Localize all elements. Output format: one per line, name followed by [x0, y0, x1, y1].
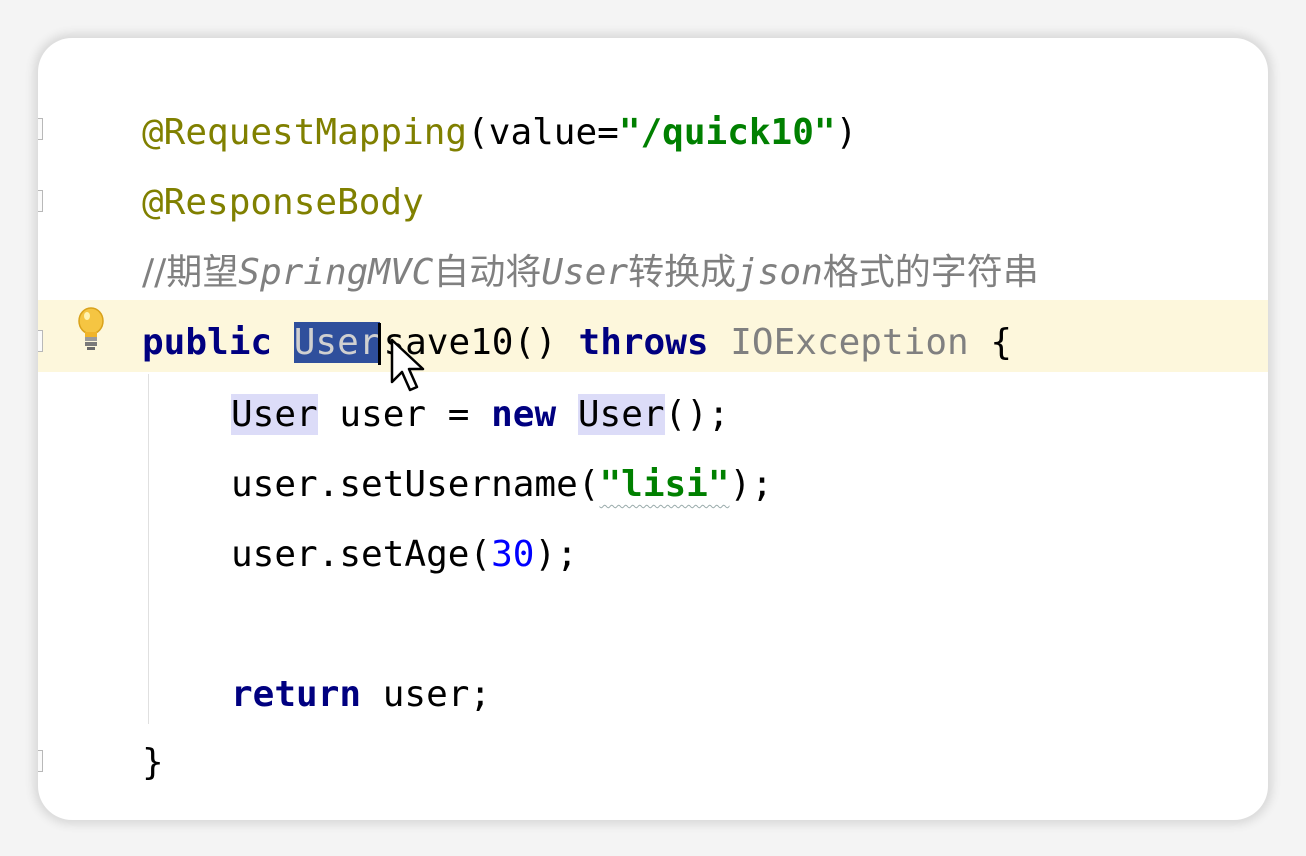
- code-line-method-signature: public Usersave10() throws IOException {: [142, 308, 1012, 378]
- code-line-response-body: @ResponseBody: [142, 168, 424, 238]
- annotation-paren-close: ): [835, 112, 858, 153]
- usage-user-constructor: User: [577, 394, 665, 435]
- mouse-cursor-icon: [390, 338, 425, 392]
- code-line-declaration: User user = new User();: [231, 380, 730, 450]
- annotation-paren-open: (value=: [467, 112, 619, 153]
- annotation-response-body: @ResponseBody: [142, 182, 424, 223]
- constructor-call-end: ();: [664, 394, 730, 435]
- username-string: "lisi": [599, 464, 730, 505]
- code-editor-panel: @RequestMapping(value="/quick10") @Respo…: [38, 38, 1268, 820]
- code-area[interactable]: @RequestMapping(value="/quick10") @Respo…: [38, 38, 1268, 820]
- set-username-call: user.setUsername(: [231, 464, 600, 505]
- annotation-request-mapping: @RequestMapping: [142, 112, 468, 153]
- keyword-throws: throws: [578, 322, 709, 363]
- comment-json: json: [736, 252, 823, 293]
- set-age-call: user.setAge(: [231, 534, 492, 575]
- set-age-end: );: [534, 534, 578, 575]
- text-caret: [378, 323, 382, 365]
- age-number: 30: [491, 534, 535, 575]
- keyword-return: return: [231, 674, 362, 715]
- comment-suffix: 格式的字符串: [822, 252, 1039, 293]
- set-username-end: );: [729, 464, 773, 505]
- code-line-comment: //期望SpringMVC自动将User转换成json格式的字符串: [142, 238, 1039, 308]
- code-line-set-age: user.setAge(30);: [231, 520, 578, 590]
- keyword-public: public: [142, 322, 273, 363]
- method-close-brace: }: [142, 742, 164, 783]
- mapping-value-string: "/quick10": [618, 112, 836, 153]
- exception-type: IOException: [730, 322, 969, 363]
- code-line-return: return user;: [231, 660, 491, 730]
- code-line-close-brace: }: [142, 728, 164, 798]
- variable-assignment: user =: [339, 394, 470, 435]
- return-value: user;: [382, 674, 492, 715]
- usage-user-type: User: [231, 394, 318, 435]
- comment-mid1: 自动将: [433, 252, 542, 293]
- keyword-new: new: [491, 394, 557, 435]
- code-line-set-username: user.setUsername("lisi");: [231, 450, 773, 520]
- selected-return-type[interactable]: User: [293, 322, 381, 363]
- method-open-brace: {: [990, 322, 1013, 363]
- comment-user: User: [541, 252, 629, 293]
- comment-prefix: //期望: [142, 252, 239, 293]
- code-line-request-mapping: @RequestMapping(value="/quick10"): [142, 98, 857, 168]
- comment-springmvc: SpringMVC: [238, 252, 434, 293]
- comment-mid2: 转换成: [628, 252, 737, 293]
